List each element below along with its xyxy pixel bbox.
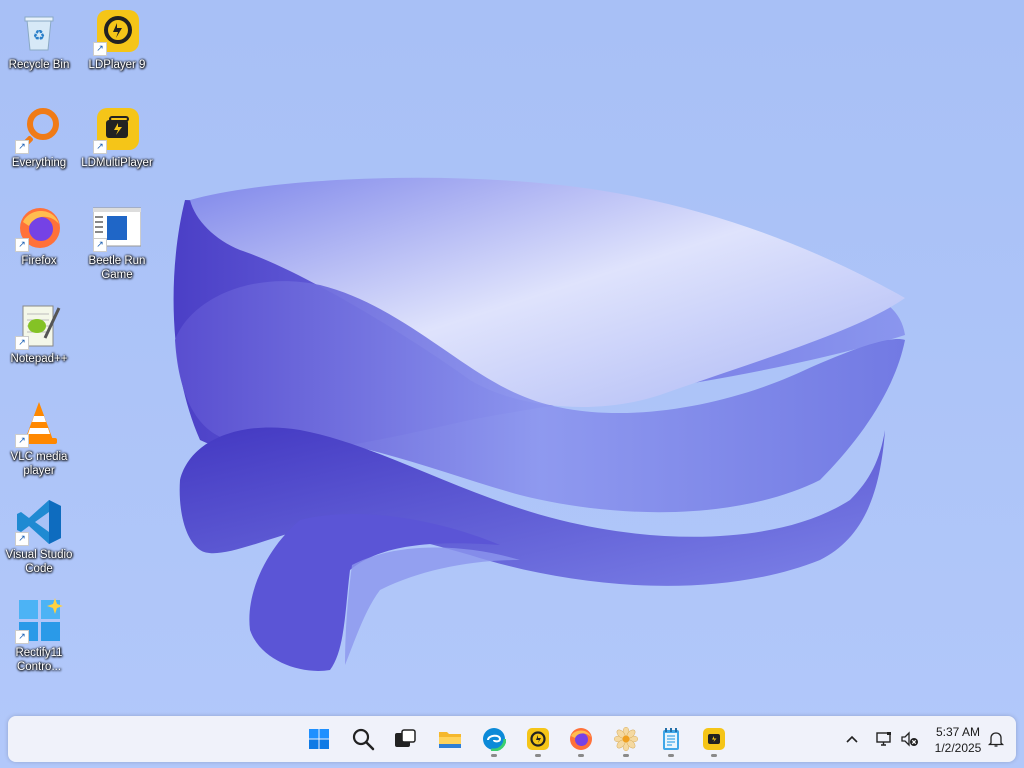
taskbar: 5:37 AM 1/2/2025	[8, 716, 1016, 762]
shortcut-arrow-icon: ↗	[93, 140, 107, 154]
ldmultiplayer-icon: ↗	[93, 106, 141, 154]
desktop-icon-vlc[interactable]: ↗ VLC media player	[1, 400, 77, 478]
ldmultiplayer-icon	[703, 728, 725, 750]
taskbar-rectify11[interactable]	[608, 721, 644, 757]
taskbar-edge[interactable]	[476, 721, 512, 757]
desktop-icon-beetle-run[interactable]: ↗ Beetle Run Game	[79, 204, 155, 282]
edge-icon	[482, 727, 506, 751]
notepadpp-icon: ↗	[15, 302, 63, 350]
beetle-run-game-icon: ↗	[93, 204, 141, 252]
running-indicator	[711, 754, 717, 757]
vlc-icon: ↗	[15, 400, 63, 448]
desktop-icon-rectify11[interactable]: ↗ Rectify11 Contro...	[1, 596, 77, 674]
everything-search-icon: ↗	[15, 106, 63, 154]
taskbar-notepad[interactable]	[653, 721, 689, 757]
running-indicator	[491, 754, 497, 757]
desktop-icon-firefox[interactable]: ↗ Firefox	[1, 204, 77, 268]
shortcut-arrow-icon: ↗	[93, 42, 107, 56]
taskbar-firefox[interactable]	[563, 721, 599, 757]
taskbar-start-button[interactable]	[301, 721, 337, 757]
running-indicator	[668, 754, 674, 757]
tray-notifications-button[interactable]	[986, 729, 1006, 749]
desktop-icon-ldmultiplayer[interactable]: ↗ LDMultiPlayer	[79, 106, 155, 170]
desktop-icon-label: Everything	[11, 157, 67, 169]
tray-overflow-button[interactable]	[842, 729, 862, 749]
tray-volume-button[interactable]	[900, 729, 920, 749]
desktop-icon-label: LDPlayer 9	[88, 59, 146, 71]
recycle-bin-icon: ♻	[15, 8, 63, 56]
taskbar-task-view-button[interactable]	[387, 721, 423, 757]
shortcut-arrow-icon: ↗	[15, 630, 29, 644]
taskbar-search-button[interactable]	[345, 721, 381, 757]
running-indicator	[623, 754, 629, 757]
desktop-icon-label: Firefox	[21, 255, 57, 267]
chevron-up-icon	[846, 735, 858, 743]
desktop-icon-notepadpp[interactable]: ↗ Notepad++	[1, 302, 77, 366]
desktop-icon-label: Notepad++	[10, 353, 68, 365]
network-icon	[876, 732, 891, 746]
volume-muted-icon	[901, 731, 918, 747]
shortcut-arrow-icon: ↗	[93, 238, 107, 252]
tray-network-button[interactable]	[874, 729, 894, 749]
shortcut-arrow-icon: ↗	[15, 336, 29, 350]
bell-icon	[987, 732, 1005, 747]
desktop-icon-vscode[interactable]: ↗ Visual Studio Code	[1, 498, 77, 576]
taskbar-ldplayer[interactable]	[520, 721, 556, 757]
desktop-icon-label: Rectify11 Contro...	[15, 647, 63, 673]
svg-text:♻: ♻	[33, 28, 46, 44]
ldplayer-icon	[527, 728, 549, 750]
desktop-icon-label: Recycle Bin	[8, 59, 70, 71]
desktop-icon-label: LDMultiPlayer	[81, 157, 153, 169]
clock-time: 5:37 AM	[935, 725, 981, 739]
clock-date: 1/2/2025	[934, 741, 982, 755]
taskbar-file-explorer[interactable]	[432, 721, 468, 757]
desktop-icon-label: VLC media player	[10, 451, 68, 477]
task-view-icon	[395, 729, 416, 747]
tray-clock[interactable]: 5:37 AM 1/2/2025	[930, 724, 986, 756]
desktop-icon-everything[interactable]: ↗ Everything	[1, 106, 77, 170]
desktop-icon-label: Beetle Run Game	[88, 255, 146, 281]
desktop-icon-label: Visual Studio Code	[5, 549, 73, 575]
windows-start-icon	[309, 729, 329, 749]
shortcut-arrow-icon: ↗	[15, 238, 29, 252]
vscode-icon: ↗	[15, 498, 63, 546]
file-explorer-icon	[439, 732, 461, 748]
shortcut-arrow-icon: ↗	[15, 434, 29, 448]
shortcut-arrow-icon: ↗	[15, 140, 29, 154]
running-indicator	[578, 754, 584, 757]
rectify11-icon: ↗	[15, 596, 63, 644]
flower-icon	[614, 727, 638, 751]
running-indicator	[535, 754, 541, 757]
firefox-icon	[570, 728, 592, 750]
desktop-icon-ldplayer[interactable]: ↗ LDPlayer 9	[79, 8, 155, 72]
ldplayer-icon: ↗	[93, 8, 141, 56]
firefox-icon: ↗	[15, 204, 63, 252]
notepad-icon	[663, 728, 679, 750]
shortcut-arrow-icon: ↗	[15, 532, 29, 546]
desktop-icon-recycle-bin[interactable]: ♻ Recycle Bin	[1, 8, 77, 72]
search-icon	[352, 728, 375, 751]
taskbar-ldmultiplayer[interactable]	[696, 721, 732, 757]
